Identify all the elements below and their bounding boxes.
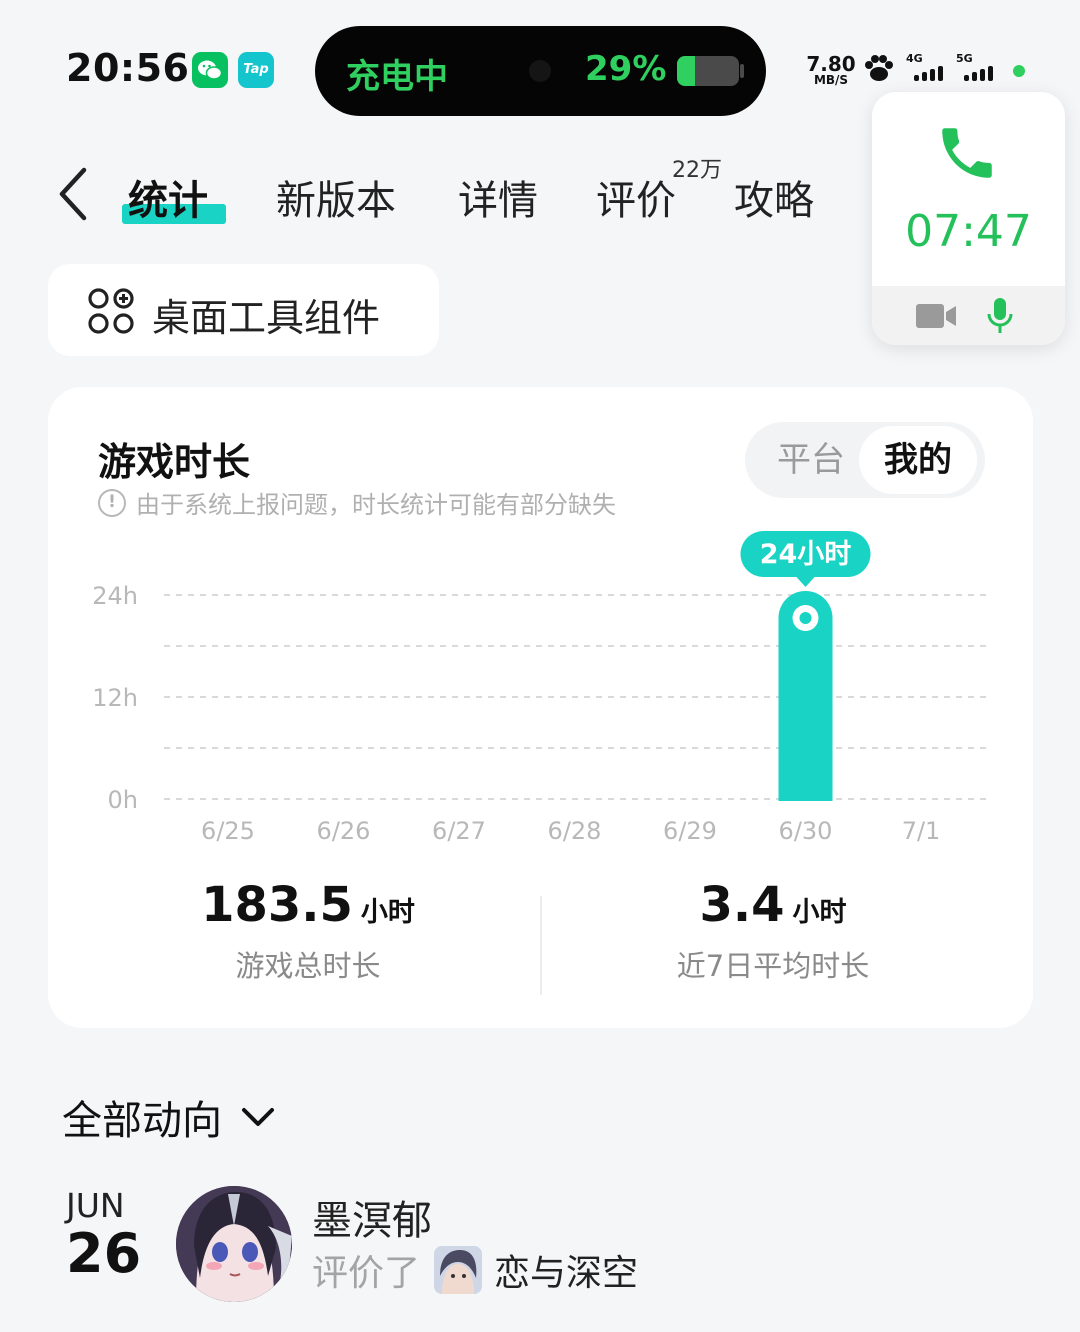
play-time-chart: 0h 12h 24h 6/25 6/26 6/27 6/28 6/29 6/30 24小时 7/1 xyxy=(92,531,986,845)
source-toggle: 平台 我的 xyxy=(745,422,985,498)
activity-verb: 评价了 xyxy=(312,1253,421,1294)
activity-description: 评价了 恋与深空 xyxy=(312,1244,638,1296)
notice-text: 由于系统上报问题，时长统计可能有部分缺失 xyxy=(136,491,616,519)
total-time-value: 183.5 xyxy=(201,877,353,933)
avg-time-unit: 小时 xyxy=(792,897,847,928)
battery-icon xyxy=(677,56,739,86)
x-tick-label: 7/1 xyxy=(902,817,941,845)
x-tick-label: 6/30 xyxy=(779,817,833,845)
tooltip-pointer xyxy=(796,577,815,587)
data-notice: ! 由于系统上报问题，时长统计可能有部分缺失 xyxy=(98,485,616,520)
network-speed-value: 7.80 xyxy=(806,52,856,76)
avg-time-stat: 3.4 小时 近7日平均时长 xyxy=(648,877,898,985)
sim1-label: 4G xyxy=(906,52,923,65)
toggle-platform[interactable]: 平台 xyxy=(777,422,845,498)
tab-reviews[interactable]: 评价 xyxy=(596,168,676,226)
sim2-label: 5G xyxy=(956,52,973,65)
chevron-down-icon xyxy=(242,1108,274,1126)
tab-statistics[interactable]: 统计 xyxy=(128,168,208,226)
dynamic-island: 充电中 29% xyxy=(315,26,766,116)
activity-month: JUN xyxy=(66,1186,125,1225)
activity-date: JUN 26 xyxy=(66,1186,146,1281)
clock: 20:56 xyxy=(66,46,190,90)
total-time-unit: 小时 xyxy=(360,897,415,928)
desktop-widget-button[interactable]: 桌面工具组件 xyxy=(48,264,439,356)
total-time-caption: 游戏总时长 xyxy=(235,949,381,983)
reviews-count-badge: 22万 xyxy=(672,158,722,183)
x-tick-label: 6/27 xyxy=(432,817,486,845)
network-speed: 7.80 MB/S xyxy=(806,54,856,86)
paw-icon xyxy=(862,54,896,92)
stat-divider xyxy=(540,896,542,995)
y-tick-label: 12h xyxy=(92,684,138,712)
game-thumbnail[interactable] xyxy=(434,1246,483,1294)
camera-dot xyxy=(529,60,551,82)
wechat-icon xyxy=(192,52,228,88)
battery-percent: 29% xyxy=(585,49,667,89)
x-tick-label: 6/29 xyxy=(663,817,717,845)
avg-time-caption: 近7日平均时长 xyxy=(676,949,870,983)
tab-bar: 统计 新版本 详情 评价 22万 攻略 xyxy=(0,150,860,240)
call-timer: 07:47 xyxy=(905,206,1032,257)
widget-grid-icon xyxy=(88,288,134,334)
call-floating-widget[interactable]: 07:47 xyxy=(872,92,1065,345)
phone-icon xyxy=(942,128,992,178)
battery-tip xyxy=(740,64,744,78)
microphone-icon[interactable] xyxy=(986,298,1014,334)
tab-details[interactable]: 详情 xyxy=(458,168,538,226)
call-controls xyxy=(872,286,1065,345)
activity-game-title[interactable]: 恋与深空 xyxy=(494,1244,638,1296)
charging-label: 充电中 xyxy=(346,57,448,97)
privacy-indicator-dot xyxy=(1013,65,1025,77)
bar-marker-dot xyxy=(799,612,812,624)
x-tick-label: 6/25 xyxy=(201,817,255,845)
info-icon: ! xyxy=(98,488,126,517)
desktop-widget-label: 桌面工具组件 xyxy=(152,296,381,340)
total-time-stat: 183.5 小时 游戏总时长 xyxy=(198,877,418,985)
video-camera-icon[interactable] xyxy=(916,302,958,330)
back-arrow-icon[interactable] xyxy=(54,166,94,222)
y-tick-label: 24h xyxy=(92,582,138,610)
avatar[interactable] xyxy=(176,1186,292,1302)
y-tick-label: 0h xyxy=(108,786,138,814)
tab-new-version[interactable]: 新版本 xyxy=(276,168,396,226)
play-time-card: 游戏时长 ! 由于系统上报问题，时长统计可能有部分缺失 平台 我的 0h 12h 2… xyxy=(48,387,1033,1028)
avg-time-value: 3.4 xyxy=(699,877,785,933)
x-tick-label: 6/26 xyxy=(317,817,371,845)
activity-username[interactable]: 墨溟郁 xyxy=(312,1188,432,1246)
activity-filter-label: 全部动向 xyxy=(62,1098,222,1144)
tab-guides[interactable]: 攻略 xyxy=(734,168,814,226)
activity-filter-dropdown[interactable]: 全部动向 xyxy=(62,1088,276,1146)
x-tick-label: 6/28 xyxy=(548,817,602,845)
toggle-mine[interactable]: 我的 xyxy=(859,426,977,494)
tooltip-label: 24小时 xyxy=(760,539,852,570)
activity-day: 26 xyxy=(66,1222,142,1285)
taptap-icon: Tap xyxy=(238,52,274,88)
card-title: 游戏时长 xyxy=(98,440,251,484)
